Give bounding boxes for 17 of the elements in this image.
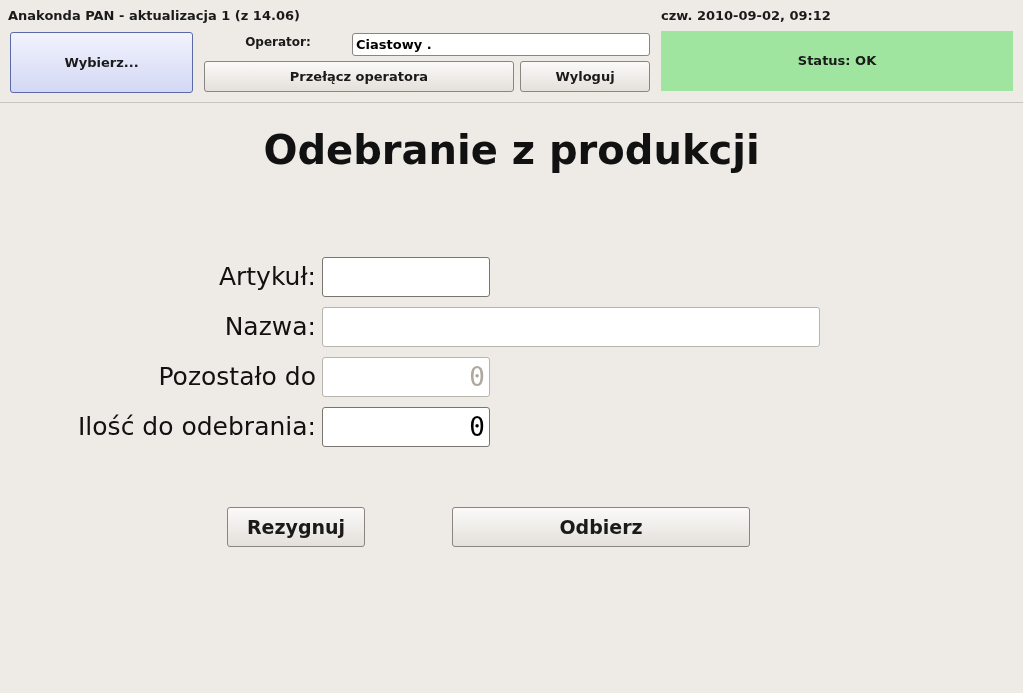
field-label: Ilość do odebrania: [77, 411, 317, 444]
action-button[interactable]: Odbierz [452, 507, 750, 547]
logout-button[interactable]: Wyloguj [520, 61, 650, 92]
input-field[interactable]: 0 [322, 407, 490, 447]
switch-operator-button[interactable]: Przełącz operatora [204, 61, 514, 92]
select-button[interactable]: Wybierz... [10, 32, 193, 93]
page-heading: Odebranie z produkcji [262, 126, 761, 175]
field-label: Artykuł: [217, 261, 317, 294]
field-label: Pozostało do [157, 361, 317, 394]
input-field[interactable] [322, 257, 490, 297]
window-title: Anakonda PAN - aktualizacja 1 (z 14.06) [8, 7, 301, 25]
field-label: Nazwa: [223, 311, 317, 344]
operator-field[interactable]: Ciastowy . [352, 33, 650, 56]
operator-label: Operator: [244, 34, 312, 51]
status-panel: Status: OK [661, 31, 1013, 91]
date-time: czw. 2010-09-02, 09:12 [661, 7, 832, 25]
action-button[interactable]: Rezygnuj [227, 507, 365, 547]
